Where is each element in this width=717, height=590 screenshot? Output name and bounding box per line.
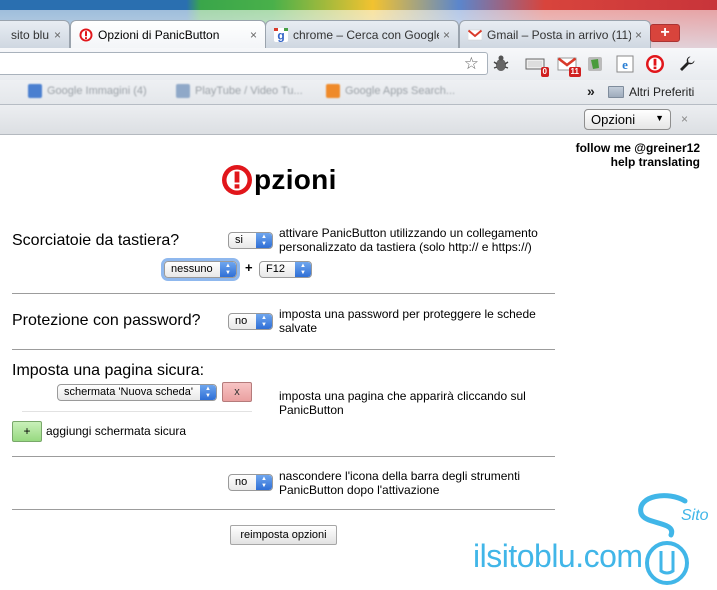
add-safepage-label: aggiungi schermata sicura <box>46 424 187 438</box>
select-arrows-icon: ▲ ▼ <box>295 262 311 277</box>
select-arrows-icon: ▲ ▼ <box>220 262 236 277</box>
hide-icon-description: nascondere l'icona della barra degli str… <box>279 469 521 497</box>
wrench-menu-icon[interactable] <box>676 53 698 75</box>
bookmark-item[interactable]: Google Immagini (4) <box>28 84 147 98</box>
safepage-select[interactable]: schermata 'Nuova scheda' ▲ ▼ <box>57 384 217 401</box>
bookmark-star-icon[interactable]: ☆ <box>464 54 479 74</box>
close-icon[interactable]: × <box>681 112 688 126</box>
follow-me-link[interactable]: follow me @greiner12 <box>576 141 700 155</box>
google-favicon-icon: g <box>274 27 288 42</box>
follow-links: follow me @greiner12 help translating <box>576 141 700 169</box>
shortcut-key-select[interactable]: F12 ▲ ▼ <box>259 261 312 278</box>
divider <box>12 456 555 457</box>
select-arrows-icon: ▲ ▼ <box>256 475 272 490</box>
shortcuts-description: attivare PanicButton utilizzando un coll… <box>279 226 538 254</box>
plus-sign: + <box>245 260 253 275</box>
watermark-logo-text: Sito <box>681 507 709 524</box>
watermark-text: ilsitoblu.com <box>473 538 643 574</box>
bookmark-item[interactable]: Google Apps Search... <box>326 84 455 98</box>
password-description: imposta una password per proteggere le s… <box>279 307 536 335</box>
page-title: pzioni <box>221 164 337 196</box>
remove-safepage-button[interactable]: x <box>222 382 252 402</box>
chevron-down-icon: ▼ <box>655 113 664 123</box>
safepage-label: Imposta una pagina sicura: <box>12 362 205 379</box>
safepage-row-divider <box>22 411 252 412</box>
tab-title: Opzioni di PanicButton <box>98 27 220 42</box>
browser-window: sito blu × Opzioni di PanicButton × g ch… <box>0 0 717 590</box>
password-label: Protezione con password? <box>12 312 201 329</box>
gmail-unread-badge: 11 <box>568 67 581 77</box>
tab-title: Gmail – Posta in arrivo (11) <box>487 27 631 42</box>
tab-close-icon[interactable]: × <box>443 28 450 42</box>
tab-title: chrome – Cerca con Google <box>293 27 439 42</box>
divider <box>12 509 555 510</box>
folder-icon <box>608 86 624 98</box>
tab-google-search[interactable]: g chrome – Cerca con Google × <box>265 20 459 48</box>
tab-sito-blu[interactable]: sito blu × <box>0 20 70 48</box>
tab-close-icon[interactable]: × <box>250 28 257 42</box>
tab-close-icon[interactable]: × <box>54 28 61 42</box>
google-bookmark-icon <box>28 84 42 98</box>
download-extension-icon[interactable]: 0 <box>524 53 549 77</box>
evernote-extension-icon[interactable] <box>584 53 606 75</box>
new-tab-button[interactable]: + <box>650 24 680 42</box>
tab-close-icon[interactable]: × <box>635 28 642 42</box>
options-bar: Opzioni ▼ × <box>0 105 717 135</box>
page-title-text: pzioni <box>254 164 337 195</box>
apps-bookmark-icon <box>326 84 340 98</box>
other-bookmarks-folder[interactable]: Altri Preferiti <box>608 85 694 99</box>
ie-tab-extension-icon[interactable]: e <box>614 53 636 75</box>
tab-panicbutton-options[interactable]: Opzioni di PanicButton × <box>70 20 266 48</box>
panicbutton-logo-icon <box>222 165 252 195</box>
hide-icon-toggle-select[interactable]: no ▲ ▼ <box>228 474 273 491</box>
bookmark-item[interactable]: PlayTube / Video Tu... <box>176 84 303 98</box>
password-toggle-select[interactable]: no ▲ ▼ <box>228 313 273 330</box>
reset-options-button[interactable]: reimposta opzioni <box>230 525 337 545</box>
safepage-description: imposta una pagina che apparirà cliccand… <box>279 389 526 417</box>
bug-extension-icon[interactable] <box>490 53 512 75</box>
select-arrows-icon: ▲ ▼ <box>256 233 272 248</box>
shortcut-modifier-select[interactable]: nessuno ▲ ▼ <box>164 261 237 278</box>
svg-text:g: g <box>277 28 284 42</box>
divider <box>12 293 555 294</box>
omnibox[interactable]: ☆ <box>0 52 488 75</box>
download-count-badge: 0 <box>540 67 549 77</box>
add-safepage-button[interactable]: + <box>12 421 42 442</box>
gmail-favicon-icon <box>468 29 482 40</box>
shortcuts-toggle-select[interactable]: si ▲ ▼ <box>228 232 273 249</box>
shortcuts-label: Scorciatoie da tastiera? <box>12 232 180 249</box>
svg-text:e: e <box>622 57 628 72</box>
panicbutton-favicon-icon <box>79 28 93 41</box>
browser-toolbar: ☆ 0 11 e <box>0 48 717 80</box>
select-arrows-icon: ▲ ▼ <box>200 385 216 400</box>
gmail-checker-icon[interactable]: 11 <box>556 53 581 77</box>
bookmarks-bar: Google Immagini (4) PlayTube / Video Tu.… <box>0 80 717 105</box>
panicbutton-toolbar-icon[interactable] <box>644 53 666 75</box>
help-translating-link[interactable]: help translating <box>576 155 700 169</box>
tab-gmail[interactable]: Gmail – Posta in arrivo (11) × <box>459 20 651 48</box>
sito-blu-logo-icon <box>638 493 689 585</box>
divider <box>12 349 555 350</box>
video-bookmark-icon <box>176 84 190 98</box>
bookmarks-overflow-chevron-icon[interactable]: » <box>587 83 595 99</box>
select-arrows-icon: ▲ ▼ <box>256 314 272 329</box>
options-dropdown[interactable]: Opzioni ▼ <box>584 109 671 130</box>
tab-title: sito blu <box>11 27 50 42</box>
